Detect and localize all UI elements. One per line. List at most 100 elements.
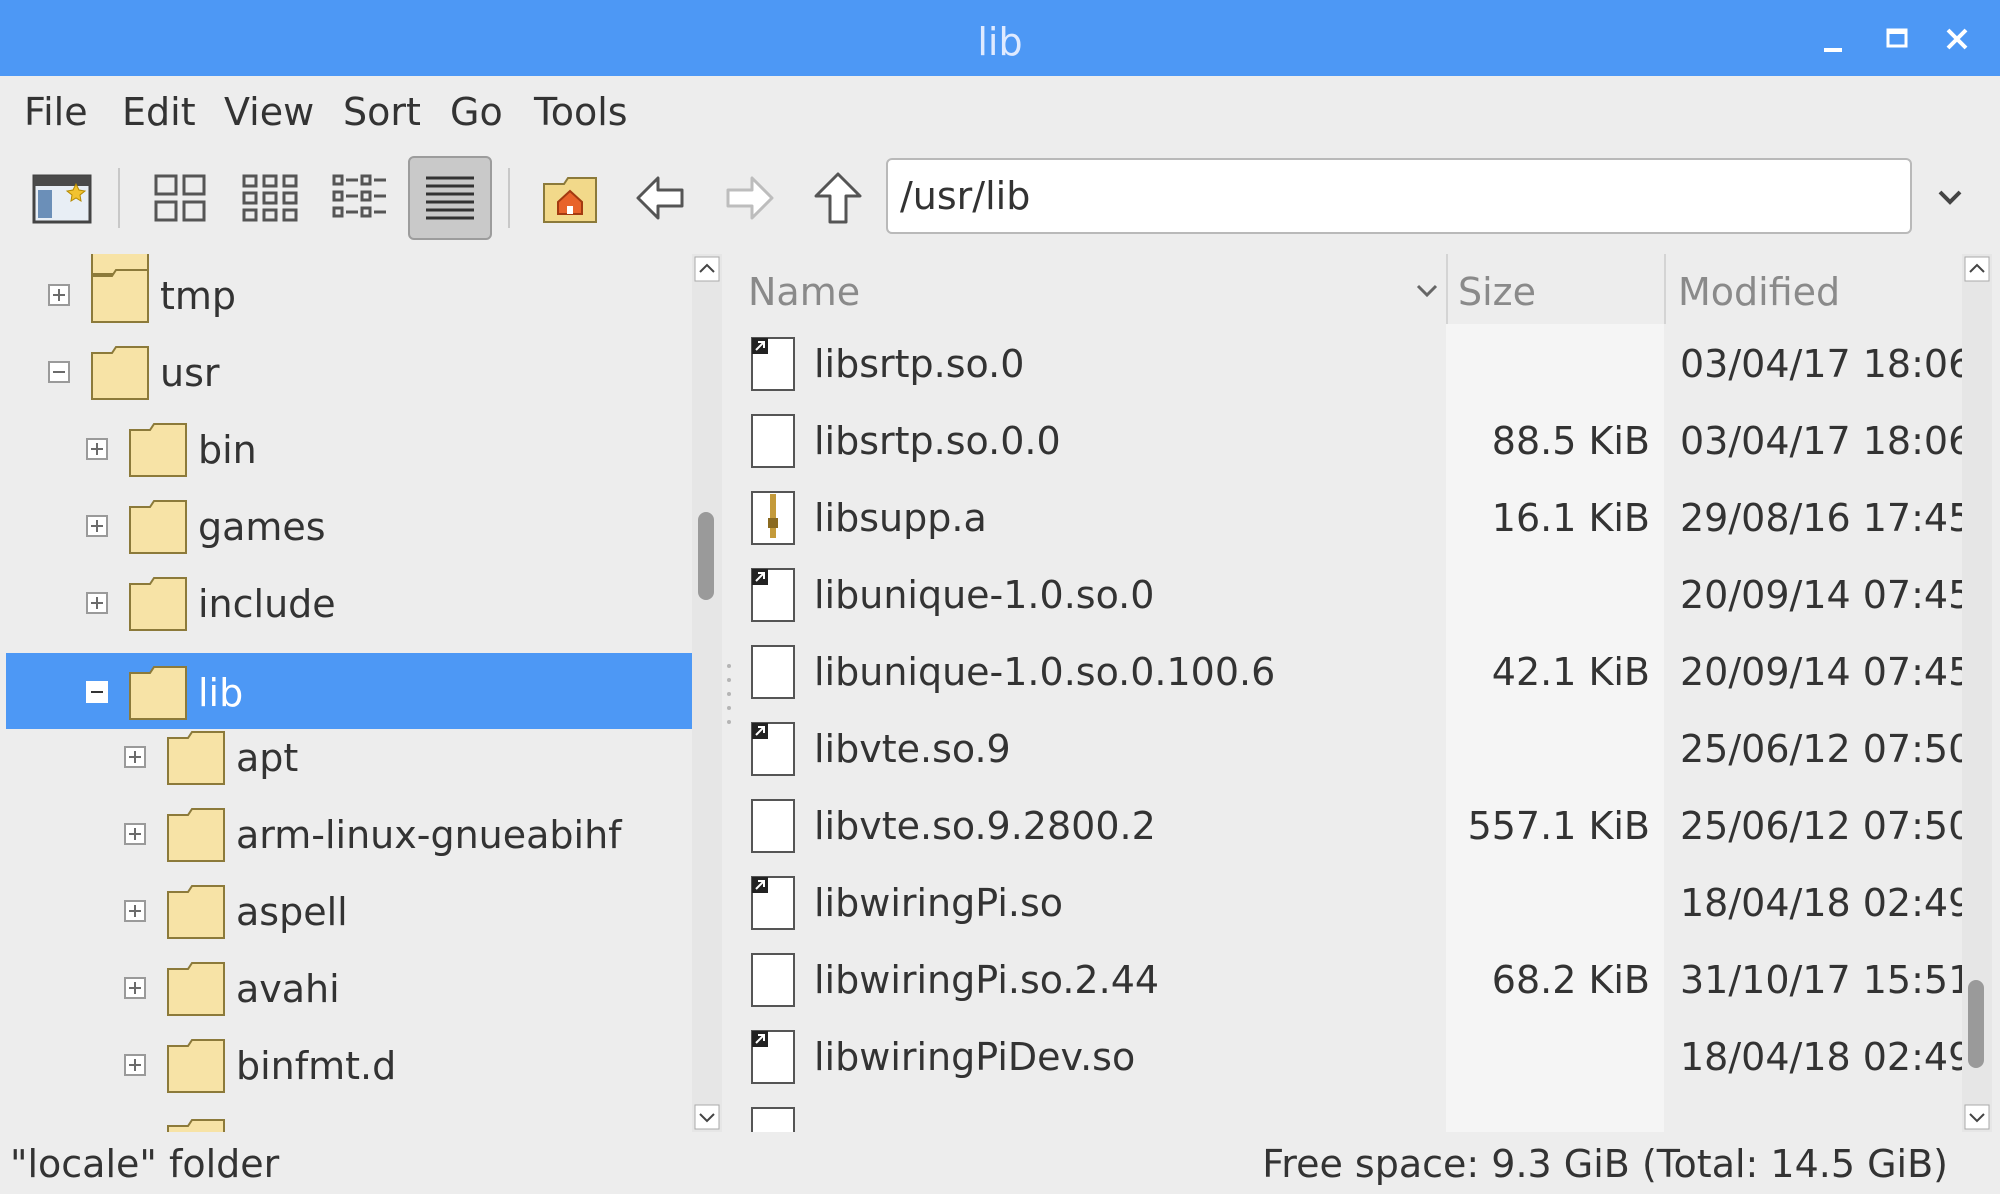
- file-row[interactable]: libunique-1.0.so.0 20/09/14 07:45: [736, 555, 1962, 632]
- compact-view-icon[interactable]: [318, 156, 402, 240]
- file-row[interactable]: libvte.so.9.2800.2 557.1 KiB 25/06/12 07…: [736, 786, 1962, 863]
- folder-icon: [128, 665, 188, 721]
- expand-icon[interactable]: [124, 900, 146, 922]
- thumbnail-view-icon[interactable]: [228, 156, 312, 240]
- file-name: libsupp.a: [814, 496, 987, 540]
- expand-icon[interactable]: [48, 284, 70, 306]
- file-row[interactable]: libsrtp.so.0 03/04/17 18:06: [736, 324, 1962, 401]
- file-row[interactable]: libwiringPi.so 18/04/18 02:49: [736, 863, 1962, 940]
- pane-splitter[interactable]: [726, 660, 732, 730]
- scroll-down-icon[interactable]: [1964, 1104, 1990, 1130]
- tree-item-label: aspell: [236, 890, 348, 934]
- archive-file-icon: [751, 491, 795, 545]
- expand-icon[interactable]: [86, 592, 108, 614]
- symlink-file-icon: [751, 1030, 795, 1084]
- file-modified: 18/04/18 02:49: [1680, 1035, 1962, 1079]
- maximize-icon[interactable]: [1876, 18, 1920, 62]
- folder-icon: [166, 884, 226, 940]
- collapse-icon[interactable]: [86, 681, 108, 703]
- expand-icon[interactable]: [124, 1054, 146, 1076]
- file-row[interactable]: libwiringPi.so.2.44 68.2 KiB 31/10/17 15…: [736, 940, 1962, 1017]
- menu-go[interactable]: Go: [450, 76, 503, 146]
- tree-item-aspell[interactable]: aspell: [6, 872, 692, 948]
- scroll-thumb[interactable]: [698, 512, 714, 600]
- file-modified: 20/09/14 07:45: [1680, 650, 1962, 694]
- tree-item-games[interactable]: games: [6, 487, 692, 563]
- chevron-down-icon[interactable]: [1926, 174, 1974, 222]
- folder-icon: [90, 268, 150, 324]
- tree-item-include[interactable]: include: [6, 564, 692, 640]
- up-icon[interactable]: [796, 156, 880, 240]
- expand-icon[interactable]: [124, 823, 146, 845]
- expand-icon[interactable]: [124, 977, 146, 999]
- file-name: libvte.so.9.2800.2: [814, 804, 1156, 848]
- file-row[interactable]: libsrtp.so.0.0 88.5 KiB 03/04/17 18:06: [736, 401, 1962, 478]
- expand-icon[interactable]: [124, 746, 146, 768]
- detailed-list-view-icon[interactable]: [408, 156, 492, 240]
- status-selection: "locale" folder: [10, 1142, 280, 1186]
- menu-tools[interactable]: Tools: [534, 76, 628, 146]
- menu-edit[interactable]: Edit: [122, 76, 196, 146]
- menu-sort[interactable]: Sort: [343, 76, 421, 146]
- minimize-icon[interactable]: [1812, 18, 1856, 62]
- icon-view-icon[interactable]: [138, 156, 222, 240]
- tree-scrollbar[interactable]: [692, 254, 722, 1132]
- file-name: libunique-1.0.so.0: [814, 573, 1155, 617]
- toolbar-separator: [118, 168, 120, 228]
- toolbar-separator: [508, 168, 510, 228]
- column-header-modified[interactable]: Modified: [1664, 254, 1962, 324]
- expand-icon[interactable]: [86, 438, 108, 460]
- new-window-icon[interactable]: [20, 156, 104, 240]
- window-title: lib: [977, 20, 1023, 64]
- scroll-up-icon[interactable]: [1964, 256, 1990, 282]
- folder-icon: [128, 576, 188, 632]
- tree-item-arm-linux-gnueabihf[interactable]: arm-linux-gnueabihf: [6, 795, 692, 871]
- column-header-size[interactable]: Size: [1446, 254, 1664, 324]
- file-name: libwiringPi.so.2.44: [814, 958, 1160, 1002]
- file-modified: 31/10/17 15:51: [1680, 958, 1962, 1002]
- file-name: libsrtp.so.0: [814, 342, 1025, 386]
- forward-icon[interactable]: [708, 156, 792, 240]
- file-name: libwiringPi.so: [814, 881, 1064, 925]
- folder-icon: [166, 730, 226, 786]
- tree-item-apt[interactable]: apt: [6, 718, 692, 794]
- folder-icon: [166, 807, 226, 863]
- scroll-thumb[interactable]: [1968, 980, 1984, 1068]
- folder-icon: [128, 499, 188, 555]
- file-row[interactable]: libunique-1.0.so.0.100.6 42.1 KiB 20/09/…: [736, 632, 1962, 709]
- scroll-up-icon[interactable]: [694, 256, 720, 282]
- expand-icon[interactable]: [86, 515, 108, 537]
- tree-item-label: apt: [236, 736, 299, 780]
- file-size: 42.1 KiB: [1491, 650, 1650, 694]
- file-row-partial: [736, 1094, 1962, 1132]
- tree-item-tmp[interactable]: tmp: [6, 256, 692, 332]
- file-row[interactable]: libvte.so.9 25/06/12 07:50: [736, 709, 1962, 786]
- file-row[interactable]: libwiringPiDev.so 18/04/18 02:49: [736, 1017, 1962, 1094]
- collapse-icon[interactable]: [48, 361, 70, 383]
- back-icon[interactable]: [618, 156, 702, 240]
- tree-item-usr[interactable]: usr: [6, 333, 692, 409]
- file-modified: 25/06/12 07:50: [1680, 804, 1962, 848]
- tree-item-avahi[interactable]: avahi: [6, 949, 692, 1025]
- filelist-scrollbar[interactable]: [1962, 254, 1992, 1132]
- menu-view[interactable]: View: [224, 76, 314, 146]
- symlink-file-icon: [751, 568, 795, 622]
- tree-item-bin[interactable]: bin: [6, 410, 692, 486]
- file-size: 88.5 KiB: [1491, 419, 1650, 463]
- menu-bar: File Edit View Sort Go Tools: [0, 76, 2000, 146]
- status-bar: "locale" folder Free space: 9.3 GiB (Tot…: [0, 1134, 2000, 1194]
- tree-item-binfmt-d[interactable]: binfmt.d: [6, 1026, 692, 1102]
- home-icon[interactable]: [528, 156, 612, 240]
- column-header-name[interactable]: Name: [748, 254, 1446, 324]
- status-free-space: Free space: 9.3 GiB (Total: 14.5 GiB): [1262, 1142, 1948, 1186]
- close-icon[interactable]: [1936, 18, 1980, 62]
- folder-tree[interactable]: tmp usr bin games include lib apt arm-li…: [6, 254, 692, 1132]
- path-input[interactable]: /usr/lib: [886, 158, 1912, 234]
- folder-icon: [166, 1038, 226, 1094]
- scroll-down-icon[interactable]: [694, 1104, 720, 1130]
- menu-file[interactable]: File: [24, 76, 88, 146]
- file-modified: 03/04/17 18:06: [1680, 342, 1962, 386]
- folder-icon: [90, 345, 150, 401]
- file-list[interactable]: Name Size Modified libsrtp.so.0 03/04/17…: [736, 254, 1962, 1132]
- file-row[interactable]: libsupp.a 16.1 KiB 29/08/16 17:45: [736, 478, 1962, 555]
